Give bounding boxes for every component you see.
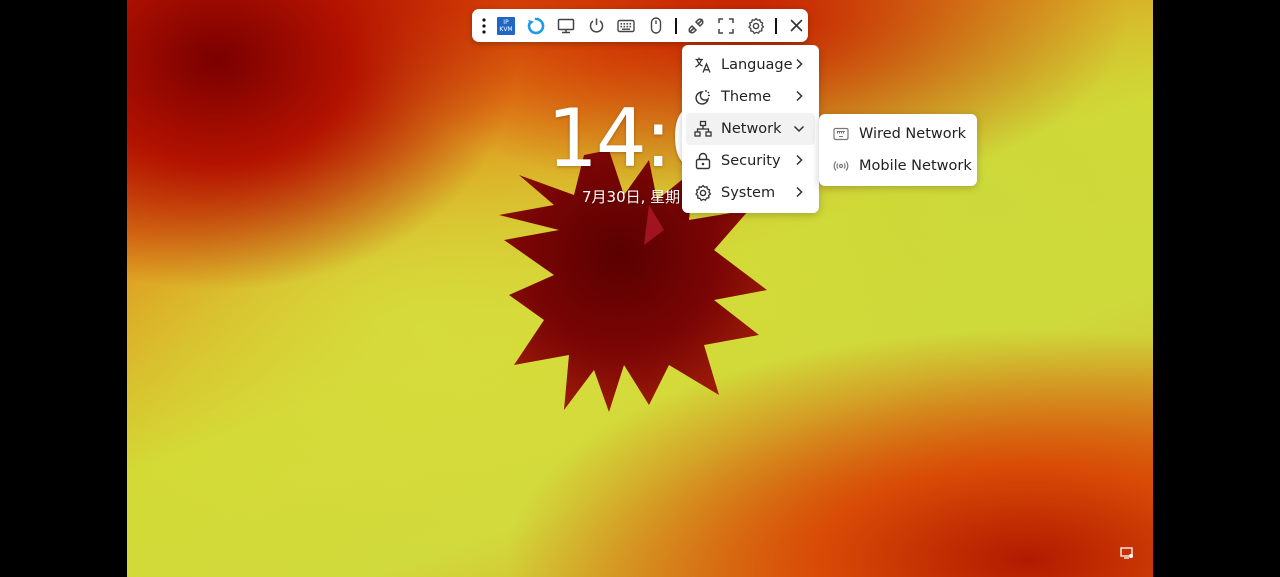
- lock-icon: [694, 152, 712, 170]
- remote-desktop-screen[interactable]: 14:0 7月30日, 星期: [127, 0, 1153, 577]
- kvm-badge-line2: KVM: [499, 25, 513, 33]
- lockscreen-date: 7月30日, 星期: [582, 188, 681, 206]
- toolbar-separator: [775, 17, 777, 34]
- chevron-right-icon: [796, 186, 803, 198]
- menu-item-label: System: [721, 185, 776, 201]
- menu-item-network[interactable]: Network: [686, 113, 815, 145]
- menu-item-security[interactable]: Security: [686, 145, 815, 177]
- kvm-toolbar: IP KVM: [472, 9, 808, 42]
- chevron-down-icon: [793, 125, 805, 133]
- network-icon: [694, 120, 712, 138]
- chevron-right-icon: [796, 154, 803, 166]
- submenu-item-label: Mobile Network: [859, 158, 972, 174]
- sync-icon[interactable]: [521, 11, 551, 41]
- mouse-icon[interactable]: [641, 11, 671, 41]
- submenu-item-label: Wired Network: [859, 126, 966, 142]
- keyboard-icon[interactable]: [611, 11, 641, 41]
- monitor-icon[interactable]: [551, 11, 581, 41]
- menu-item-label: Network: [721, 121, 782, 137]
- theme-icon: [694, 88, 712, 106]
- close-icon[interactable]: [781, 11, 811, 41]
- menu-item-label: Theme: [721, 89, 772, 105]
- menu-dots-icon[interactable]: [476, 11, 491, 41]
- submenu-item-wired-network[interactable]: Wired Network: [823, 118, 973, 150]
- disconnect-icon[interactable]: [681, 11, 711, 41]
- chevron-right-icon: [796, 58, 803, 70]
- menu-item-label: Language: [721, 57, 793, 73]
- toolbar-separator: [675, 17, 677, 34]
- ip-kvm-icon: IP KVM: [497, 16, 515, 35]
- gear-icon: [694, 184, 712, 202]
- power-icon[interactable]: [581, 11, 611, 41]
- settings-icon[interactable]: [741, 11, 771, 41]
- ip-kvm-button[interactable]: IP KVM: [491, 11, 521, 41]
- antenna-icon: [833, 157, 849, 175]
- network-submenu: Wired Network Mobile Network: [819, 114, 977, 186]
- chevron-right-icon: [796, 90, 803, 102]
- menu-item-system[interactable]: System: [686, 177, 815, 209]
- submenu-item-mobile-network[interactable]: Mobile Network: [823, 150, 973, 182]
- menu-item-label: Security: [721, 153, 781, 169]
- settings-menu: Language Theme Network Security System: [682, 45, 819, 213]
- fullscreen-icon[interactable]: [711, 11, 741, 41]
- remote-desktop-icon[interactable]: [1120, 546, 1134, 560]
- translate-icon: [694, 56, 712, 74]
- menu-item-language[interactable]: Language: [686, 49, 815, 81]
- ethernet-icon: [833, 125, 849, 143]
- kvm-badge-line1: IP: [503, 18, 509, 26]
- menu-item-theme[interactable]: Theme: [686, 81, 815, 113]
